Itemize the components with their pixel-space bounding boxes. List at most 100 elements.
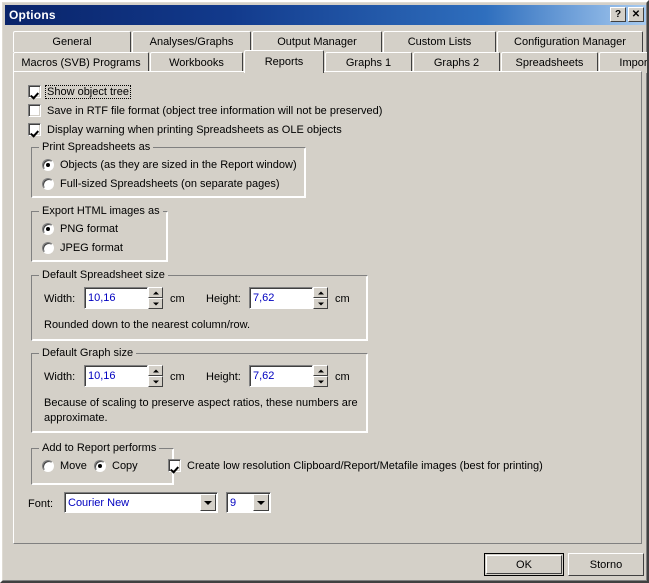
- chevron-down-icon[interactable]: [253, 494, 269, 511]
- titlebar[interactable]: Options ? ✕: [5, 5, 646, 25]
- unit-spreadsheet-height: cm: [335, 293, 350, 305]
- radio-dot-add-move[interactable]: [42, 460, 54, 472]
- tab-macros-svb-programs[interactable]: Macros (SVB) Programs: [13, 52, 149, 73]
- radio-label-jpeg-format[interactable]: JPEG format: [60, 242, 123, 254]
- group-default-spreadsheet-size: Default Spreadsheet size Width: 10,16 cm…: [31, 269, 368, 341]
- checkbox-show-object-tree[interactable]: Show object tree: [28, 84, 131, 99]
- group-title-default-spreadsheet-size: Default Spreadsheet size: [39, 269, 168, 281]
- group-default-graph-size: Default Graph size Width: 10,16 cm Heigh…: [31, 347, 368, 433]
- radio-label-print-objects[interactable]: Objects (as they are sized in the Report…: [60, 159, 297, 171]
- unit-graph-width: cm: [170, 371, 185, 383]
- spinner-down-icon[interactable]: [148, 298, 163, 309]
- group-add-to-report-performs: Add to Report performs Move Copy: [31, 442, 174, 485]
- spinner-spreadsheet-width[interactable]: [148, 287, 163, 309]
- radio-dot-print-full-sized[interactable]: [42, 178, 54, 190]
- spinner-spreadsheet-height[interactable]: [313, 287, 328, 309]
- radio-add-copy[interactable]: Copy: [94, 460, 138, 472]
- ok-button-face: OK: [486, 555, 562, 574]
- spinner-up-icon[interactable]: [148, 287, 163, 298]
- input-graph-height[interactable]: 7,62: [249, 365, 313, 387]
- spinner-graph-width[interactable]: [148, 365, 163, 387]
- group-export-html-images-as: Export HTML images as PNG format JPEG fo…: [31, 205, 168, 262]
- options-dialog: Options ? ✕ General Analyses/Graphs Outp…: [0, 0, 649, 583]
- label-spreadsheet-height: Height:: [206, 293, 241, 305]
- radio-print-full-sized[interactable]: Full-sized Spreadsheets (on separate pag…: [42, 178, 280, 190]
- spinner-down-icon[interactable]: [313, 376, 328, 387]
- spinner-down-icon[interactable]: [148, 376, 163, 387]
- radio-add-move[interactable]: Move: [42, 460, 87, 472]
- radio-label-add-move[interactable]: Move: [60, 460, 87, 472]
- note-graph-size-line1: Because of scaling to preserve aspect ra…: [44, 397, 358, 409]
- cancel-button[interactable]: Storno: [568, 553, 644, 576]
- spinner-up-icon[interactable]: [148, 365, 163, 376]
- group-title-add-to-report-performs: Add to Report performs: [39, 442, 160, 454]
- label-graph-width: Width:: [44, 371, 76, 383]
- tab-import[interactable]: Import: [599, 52, 647, 73]
- tab-output-manager[interactable]: Output Manager: [252, 31, 382, 52]
- input-spreadsheet-height[interactable]: 7,62: [249, 287, 313, 309]
- label-spreadsheet-width: Width:: [44, 293, 76, 305]
- radio-label-print-full-sized[interactable]: Full-sized Spreadsheets (on separate pag…: [60, 178, 280, 190]
- radio-dot-print-objects[interactable]: [42, 159, 54, 171]
- tab-graphs-1[interactable]: Graphs 1: [325, 52, 412, 73]
- note-graph-size-line2: approximate.: [44, 412, 108, 424]
- ok-button[interactable]: OK: [484, 553, 564, 576]
- tab-row-2: Macros (SVB) Programs Workbooks Reports …: [13, 50, 647, 73]
- radio-dot-jpeg-format[interactable]: [42, 242, 54, 254]
- radio-print-objects[interactable]: Objects (as they are sized in the Report…: [42, 159, 297, 171]
- tab-custom-lists[interactable]: Custom Lists: [383, 31, 496, 52]
- tab-reports[interactable]: Reports: [244, 50, 324, 73]
- tab-row-1: General Analyses/Graphs Output Manager C…: [13, 31, 644, 52]
- checkbox-label-low-resolution-images[interactable]: Create low resolution Clipboard/Report/M…: [187, 460, 543, 472]
- checkbox-box-low-resolution-images[interactable]: [168, 459, 181, 472]
- label-font: Font:: [28, 498, 54, 510]
- window-title: Options: [9, 8, 56, 22]
- checkbox-label-save-rtf[interactable]: Save in RTF file format (object tree inf…: [47, 105, 382, 117]
- titlebar-buttons: ? ✕: [610, 7, 644, 22]
- tab-analyses-graphs[interactable]: Analyses/Graphs: [132, 31, 251, 52]
- checkbox-box-show-object-tree[interactable]: [28, 85, 41, 98]
- checkbox-box-display-warning-ole[interactable]: [28, 123, 41, 136]
- unit-spreadsheet-width: cm: [170, 293, 185, 305]
- tab-spreadsheets[interactable]: Spreadsheets: [501, 52, 598, 73]
- tab-general[interactable]: General: [13, 31, 131, 52]
- group-title-print-spreadsheets-as: Print Spreadsheets as: [39, 141, 154, 153]
- checkbox-label-display-warning-ole[interactable]: Display warning when printing Spreadshee…: [47, 124, 342, 136]
- spinner-up-icon[interactable]: [313, 365, 328, 376]
- group-title-export-html-images-as: Export HTML images as: [39, 205, 163, 217]
- spinner-down-icon[interactable]: [313, 298, 328, 309]
- help-icon[interactable]: ?: [610, 7, 626, 22]
- combo-font-family[interactable]: Courier New: [64, 492, 218, 513]
- combo-font-family-value: Courier New: [68, 496, 130, 509]
- close-icon[interactable]: ✕: [628, 7, 644, 22]
- input-spreadsheet-width[interactable]: 10,16: [84, 287, 148, 309]
- checkbox-box-save-rtf[interactable]: [28, 104, 41, 117]
- radio-label-png-format[interactable]: PNG format: [60, 223, 118, 235]
- dialog-inner-frame: Options ? ✕ General Analyses/Graphs Outp…: [2, 2, 647, 581]
- checkbox-label-show-object-tree[interactable]: Show object tree: [45, 84, 131, 99]
- tab-graphs-2[interactable]: Graphs 2: [413, 52, 500, 73]
- radio-png-format[interactable]: PNG format: [42, 223, 118, 235]
- spinner-graph-height[interactable]: [313, 365, 328, 387]
- group-print-spreadsheets-as: Print Spreadsheets as Objects (as they a…: [31, 141, 306, 198]
- group-title-default-graph-size: Default Graph size: [39, 347, 137, 359]
- checkbox-save-rtf[interactable]: Save in RTF file format (object tree inf…: [28, 104, 382, 117]
- input-graph-width[interactable]: 10,16: [84, 365, 148, 387]
- combo-font-size-value: 9: [230, 496, 237, 509]
- checkbox-display-warning-ole[interactable]: Display warning when printing Spreadshee…: [28, 123, 342, 136]
- radio-label-add-copy[interactable]: Copy: [112, 460, 138, 472]
- radio-dot-png-format[interactable]: [42, 223, 54, 235]
- tab-configuration-manager[interactable]: Configuration Manager: [497, 31, 643, 52]
- reports-tab-panel: Show object tree Save in RTF file format…: [13, 71, 642, 544]
- combo-font-size[interactable]: 9: [226, 492, 271, 513]
- tab-workbooks[interactable]: Workbooks: [150, 52, 243, 73]
- note-spreadsheet-size: Rounded down to the nearest column/row.: [44, 319, 251, 331]
- radio-jpeg-format[interactable]: JPEG format: [42, 242, 123, 254]
- radio-dot-add-copy[interactable]: [94, 460, 106, 472]
- chevron-down-icon[interactable]: [200, 494, 216, 511]
- spinner-up-icon[interactable]: [313, 287, 328, 298]
- checkbox-low-resolution-images[interactable]: Create low resolution Clipboard/Report/M…: [168, 459, 543, 472]
- label-graph-height: Height:: [206, 371, 241, 383]
- tab-strip: General Analyses/Graphs Output Manager C…: [13, 31, 647, 73]
- unit-graph-height: cm: [335, 371, 350, 383]
